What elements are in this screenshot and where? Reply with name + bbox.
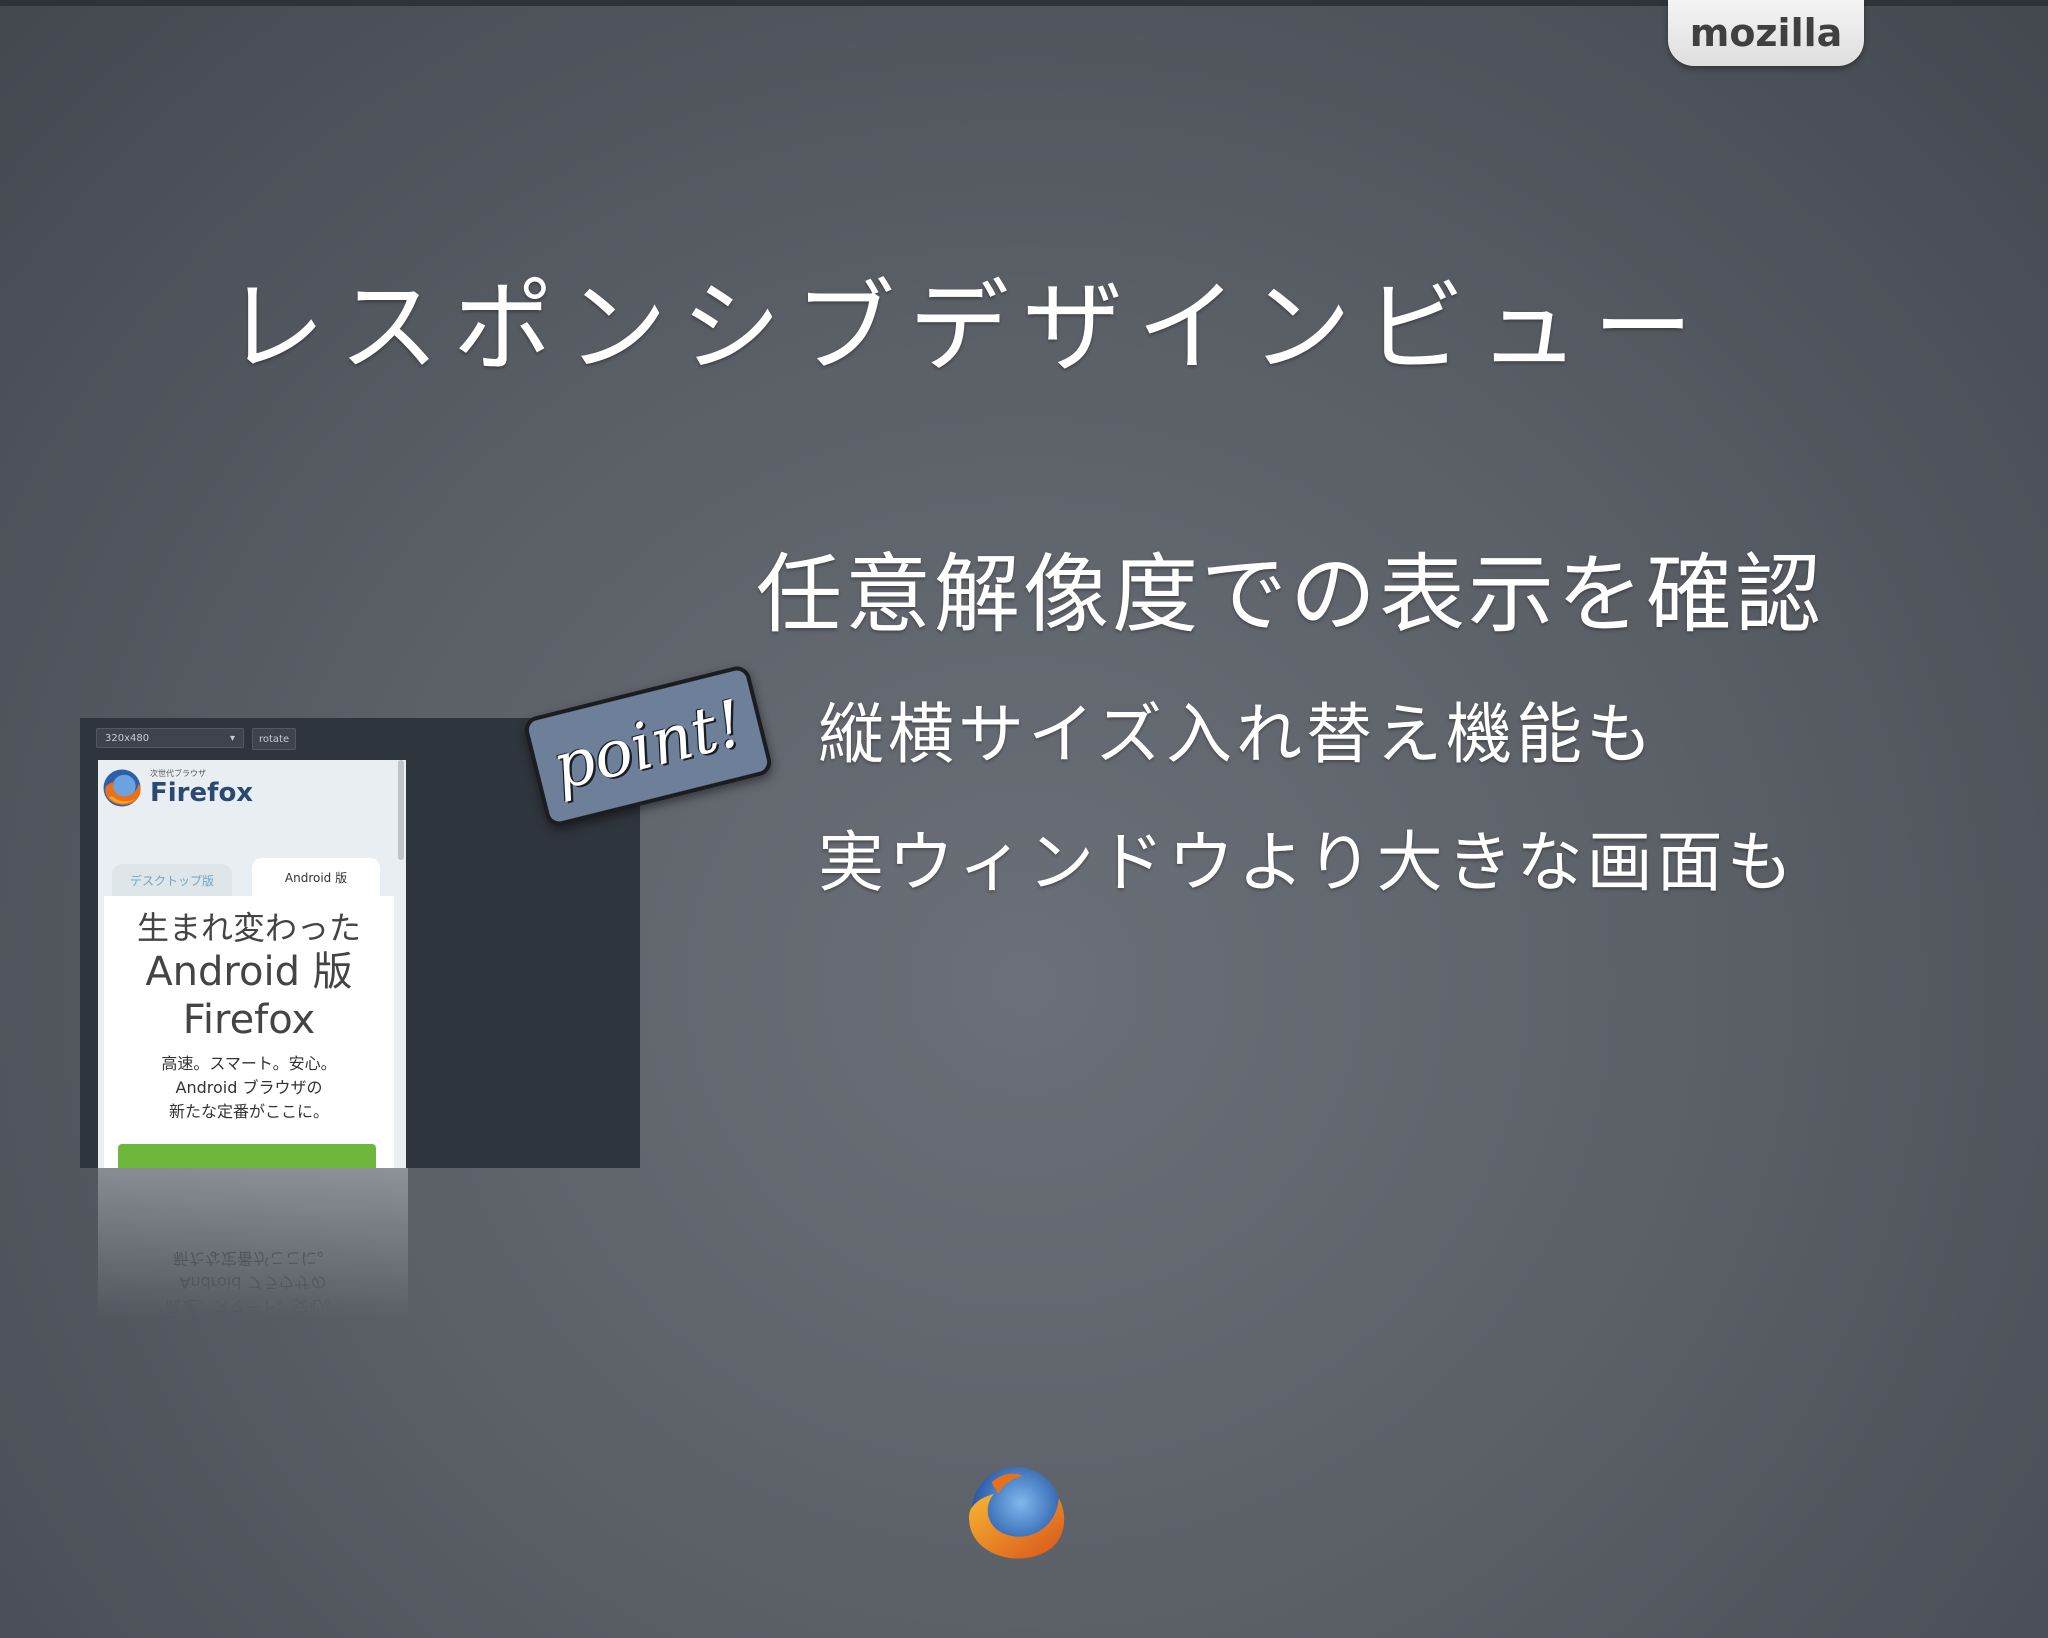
reflect-line-1: 高速。スマート。安心。 — [165, 1297, 341, 1316]
promo-body-2: Android ブラウザの — [175, 1078, 323, 1097]
mozilla-label: mozilla — [1689, 11, 1843, 55]
reflect-line-2: Android ブラウザの — [179, 1273, 327, 1292]
promo-headline-1: 生まれ変わった — [136, 909, 361, 947]
size-select-value: 320x480 — [105, 732, 150, 744]
promo-headline-2: Android 版 — [145, 949, 353, 995]
scrollbar[interactable] — [398, 760, 404, 860]
bullet-main: 任意解像度での表示を確認 — [756, 545, 1824, 645]
promo-headline-3: Firefox — [182, 997, 316, 1043]
phone-viewport: 次世代ブラウザ Firefox デスクトップ版 Android 版 生まれ変わっ… — [98, 760, 406, 1168]
size-select[interactable]: 320x480 ▾ — [96, 728, 244, 748]
tab-android[interactable]: Android 版 — [252, 858, 380, 896]
responsive-toolbar: 320x480 ▾ rotate — [96, 728, 297, 750]
reflect-line-3: 新たな定番がここに。 — [172, 1249, 333, 1268]
site-name: Firefox — [150, 778, 254, 808]
bullet-sub-2: 実ウィンドウより大きな画面も — [818, 824, 1797, 901]
download-button[interactable] — [118, 1144, 376, 1168]
promo-body-3: 新たな定番がここに。 — [168, 1102, 329, 1121]
rotate-button[interactable]: rotate — [252, 728, 297, 750]
tab-desktop[interactable]: デスクトップ版 — [112, 864, 232, 896]
firefox-logo-icon — [968, 1466, 1065, 1559]
site-header: 次世代ブラウザ Firefox — [100, 766, 253, 810]
chevron-down-icon: ▾ — [229, 732, 235, 744]
slide-title: レスポンシブデザインビュー — [225, 269, 1707, 386]
bullet-sub-1: 縦横サイズ入れ替え機能も — [818, 696, 1657, 773]
firefox-logo-icon — [103, 769, 141, 807]
promo-card: 生まれ変わった Android 版 Firefox 高速。スマート。安心。 An… — [104, 896, 394, 1168]
promo-body-1: 高速。スマート。安心。 — [161, 1054, 337, 1073]
screenshot-reflection: 高速。スマート。安心。 Android ブラウザの 新たな定番がここに。 — [98, 1168, 408, 1318]
site-tabs: デスクトップ版 Android 版 — [104, 856, 394, 896]
point-badge: point! — [521, 663, 775, 829]
mozilla-tab: mozilla — [1668, 0, 1864, 66]
